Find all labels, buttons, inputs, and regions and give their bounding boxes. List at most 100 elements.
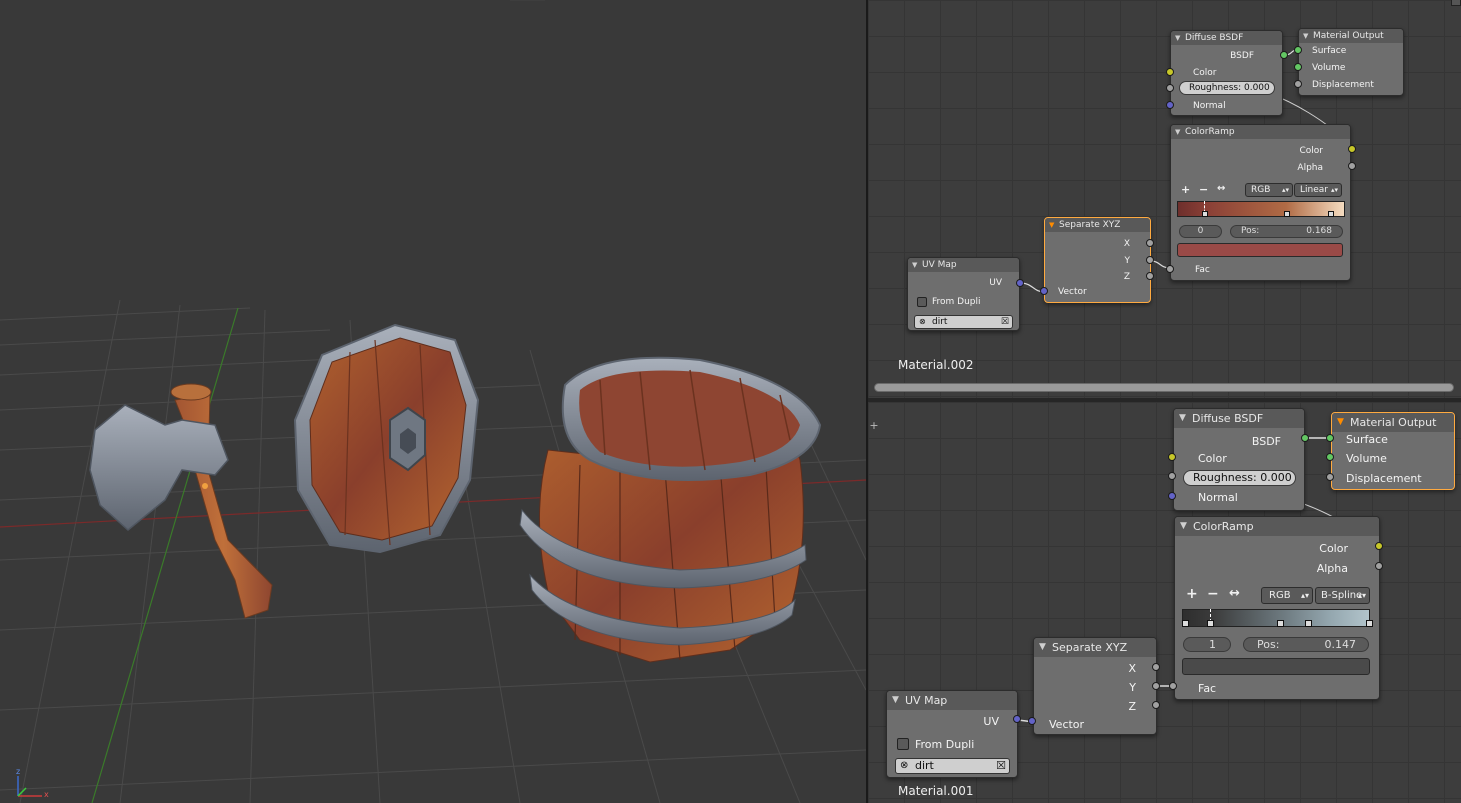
uv-map-field[interactable]: ⊗ dirt ☒ bbox=[895, 758, 1010, 774]
surface-input-socket[interactable] bbox=[1326, 434, 1334, 442]
roughness-input-socket[interactable] bbox=[1166, 84, 1174, 92]
flip-ramp-button[interactable]: ↔ bbox=[1217, 183, 1225, 194]
volume-input-socket[interactable] bbox=[1294, 63, 1302, 71]
add-stop-button[interactable]: + bbox=[1186, 586, 1198, 602]
from-dupli-checkbox[interactable] bbox=[897, 738, 909, 750]
node-title: Separate XYZ bbox=[1052, 641, 1128, 654]
node-editor-top[interactable]: ▼ Diffuse BSDF BSDF Color Roughness: 0.00… bbox=[868, 0, 1461, 398]
vector-input-socket[interactable] bbox=[1040, 287, 1048, 295]
interpolation-select[interactable]: B-Spline ▴▾ bbox=[1315, 587, 1370, 604]
colorramp-node[interactable]: ▼ ColorRamp Color Alpha + − ↔ RGB ▴▾ Linea… bbox=[1170, 124, 1351, 281]
roughness-field[interactable]: Roughness: 0.000 bbox=[1183, 470, 1296, 486]
collapse-icon[interactable]: ▼ bbox=[892, 691, 899, 710]
displacement-input-socket[interactable] bbox=[1326, 473, 1334, 481]
vector-input-label: Vector bbox=[1058, 287, 1087, 297]
x-output-socket[interactable] bbox=[1152, 663, 1160, 671]
node-editor-bottom[interactable]: + ▼ Diffuse BSDF BSDF Color Roughness: 0.… bbox=[868, 402, 1461, 803]
interpolation-select[interactable]: Linear ▴▾ bbox=[1294, 183, 1342, 197]
color-input-socket[interactable] bbox=[1168, 453, 1176, 461]
flip-ramp-button[interactable]: ↔ bbox=[1229, 586, 1240, 601]
y-output-label: Y bbox=[1124, 256, 1131, 266]
horizontal-scrollbar[interactable] bbox=[874, 383, 1454, 392]
color-mode-select[interactable]: RGB ▴▾ bbox=[1261, 587, 1313, 604]
separate-xyz-node[interactable]: ▼ Separate XYZ X Y Z Vector bbox=[1033, 637, 1157, 735]
uv-output-socket[interactable] bbox=[1016, 279, 1024, 287]
3d-viewport[interactable]: z x bbox=[0, 0, 866, 803]
from-dupli-checkbox[interactable] bbox=[917, 297, 927, 307]
color-ramp-bar[interactable] bbox=[1182, 609, 1373, 627]
bsdf-output-socket[interactable] bbox=[1301, 434, 1309, 442]
collapse-icon[interactable]: ▼ bbox=[1303, 29, 1308, 43]
uv-map-node[interactable]: ▼ UV Map UV From Dupli ⊗ dirt ☒ bbox=[886, 690, 1018, 778]
material-output-node[interactable]: ▼ Material Output Surface Volume Displace… bbox=[1331, 412, 1455, 490]
bsdf-output-socket[interactable] bbox=[1280, 51, 1288, 59]
updown-icon: ▴▾ bbox=[1300, 591, 1309, 600]
surface-input-socket[interactable] bbox=[1294, 46, 1302, 54]
separate-xyz-node[interactable]: ▼ Separate XYZ X Y Z Vector bbox=[1044, 217, 1151, 303]
collapse-icon[interactable]: ▼ bbox=[1049, 218, 1054, 232]
uv-map-field[interactable]: ⊗ dirt ☒ bbox=[914, 315, 1013, 329]
collapse-icon[interactable]: ▼ bbox=[1337, 413, 1344, 432]
diffuse-bsdf-node[interactable]: ▼ Diffuse BSDF BSDF Color Roughness: 0.00… bbox=[1170, 30, 1283, 116]
stop-handle[interactable] bbox=[1277, 620, 1284, 627]
fac-input-socket[interactable] bbox=[1166, 265, 1174, 273]
collapse-icon[interactable]: ▼ bbox=[1039, 638, 1046, 657]
remove-stop-button[interactable]: − bbox=[1199, 183, 1208, 196]
from-dupli-label: From Dupli bbox=[932, 297, 981, 307]
add-stop-button[interactable]: + bbox=[1181, 183, 1190, 196]
vector-input-socket[interactable] bbox=[1028, 717, 1036, 725]
vector-input-label: Vector bbox=[1049, 718, 1085, 731]
uv-map-node[interactable]: ▼ UV Map UV From Dupli ⊗ dirt ☒ bbox=[907, 257, 1020, 331]
stop-handle[interactable] bbox=[1182, 620, 1189, 627]
color-output-socket[interactable] bbox=[1348, 145, 1356, 153]
fac-input-socket[interactable] bbox=[1169, 682, 1177, 690]
stop-position-field[interactable]: Pos: 0.168 bbox=[1230, 225, 1343, 238]
volume-input-label: Volume bbox=[1346, 452, 1387, 465]
stop-handle[interactable] bbox=[1366, 620, 1373, 627]
collapse-icon[interactable]: ▼ bbox=[912, 258, 917, 272]
barrel-model[interactable] bbox=[519, 356, 822, 663]
roughness-field[interactable]: Roughness: 0.000 bbox=[1179, 81, 1275, 95]
collapse-icon[interactable]: ▼ bbox=[1179, 409, 1186, 428]
stop-color-swatch[interactable] bbox=[1182, 658, 1370, 675]
color-input-socket[interactable] bbox=[1166, 68, 1174, 76]
normal-input-socket[interactable] bbox=[1166, 101, 1174, 109]
volume-input-socket[interactable] bbox=[1326, 453, 1334, 461]
gizmo-z-label: z bbox=[16, 767, 20, 776]
normal-input-socket[interactable] bbox=[1168, 492, 1176, 500]
color-mode-select[interactable]: RGB ▴▾ bbox=[1245, 183, 1293, 197]
stop-handle[interactable] bbox=[1284, 211, 1290, 217]
clear-icon[interactable]: ☒ bbox=[1001, 316, 1009, 328]
color-output-socket[interactable] bbox=[1375, 542, 1383, 550]
stop-position-field[interactable]: Pos: 0.147 bbox=[1243, 637, 1369, 652]
roughness-input-socket[interactable] bbox=[1168, 472, 1176, 480]
alpha-output-socket[interactable] bbox=[1348, 162, 1356, 170]
diffuse-bsdf-node[interactable]: ▼ Diffuse BSDF BSDF Color Roughness: 0.00… bbox=[1173, 408, 1305, 511]
stop-handle[interactable] bbox=[1207, 620, 1214, 627]
stop-index-field[interactable]: 1 bbox=[1183, 637, 1231, 652]
stop-handle[interactable] bbox=[1305, 620, 1312, 627]
uv-output-socket[interactable] bbox=[1013, 715, 1021, 723]
remove-stop-button[interactable]: − bbox=[1207, 586, 1219, 602]
x-output-socket[interactable] bbox=[1146, 239, 1154, 247]
y-output-socket[interactable] bbox=[1152, 682, 1160, 690]
colorramp-node[interactable]: ▼ ColorRamp Color Alpha + − ↔ RGB ▴▾ B-Spl… bbox=[1174, 516, 1380, 700]
add-node-icon[interactable]: + bbox=[869, 420, 879, 432]
y-output-socket[interactable] bbox=[1146, 256, 1154, 264]
stop-handle[interactable] bbox=[1202, 211, 1208, 217]
color-ramp-bar[interactable] bbox=[1177, 201, 1345, 217]
collapse-icon[interactable]: ▼ bbox=[1180, 517, 1187, 536]
z-output-socket[interactable] bbox=[1152, 701, 1160, 709]
stop-index-field[interactable]: 0 bbox=[1179, 225, 1222, 238]
stop-color-swatch[interactable] bbox=[1177, 243, 1343, 257]
alpha-output-socket[interactable] bbox=[1375, 562, 1383, 570]
clear-icon[interactable]: ☒ bbox=[996, 759, 1006, 773]
collapse-icon[interactable]: ▼ bbox=[1175, 31, 1180, 45]
displacement-input-socket[interactable] bbox=[1294, 80, 1302, 88]
shield-model[interactable] bbox=[293, 323, 480, 554]
stop-handle[interactable] bbox=[1328, 211, 1334, 217]
material-output-node[interactable]: ▼ Material Output Surface Volume Displace… bbox=[1298, 28, 1404, 96]
collapse-icon[interactable]: ▼ bbox=[1175, 125, 1180, 139]
area-corner-widget[interactable] bbox=[1451, 0, 1461, 6]
z-output-socket[interactable] bbox=[1146, 272, 1154, 280]
